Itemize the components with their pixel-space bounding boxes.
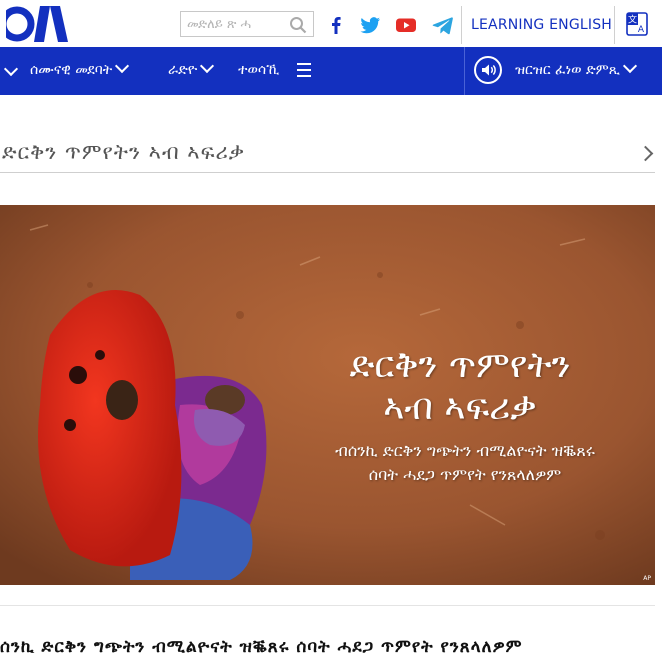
hero-subtitle-line: ብሰንኪ ድርቅን ግጭትን ብሚልዮናት ዝቘጸሩ <box>335 441 595 460</box>
header-divider <box>614 6 615 44</box>
nav-item-weekly-programs[interactable]: ሰሙናዊ መደባት <box>30 58 130 78</box>
header-divider <box>461 6 462 44</box>
hero-title-line: ኣብ ኣፍሪቃ <box>383 387 537 428</box>
hero-title: ድርቅን ጥምየትን ኣብ ኣፍሪቃ <box>265 345 655 429</box>
nav-item-more[interactable]: ተወሳኺ <box>238 62 279 78</box>
chevron-down-icon <box>115 58 130 74</box>
article-divider <box>0 605 655 606</box>
hamburger-menu-icon[interactable] <box>297 63 311 77</box>
search-box[interactable] <box>180 11 314 37</box>
nav-item-label: ሰሙናዊ መደባት <box>30 62 113 78</box>
main-navigation: ሰሙናዊ መደባት ራድዮ ተወሳኺ ዝርዝር ፈነወ ድምጺ <box>0 47 662 95</box>
logo-icon[interactable] <box>0 0 70 45</box>
nav-divider <box>464 47 465 95</box>
telegram-icon[interactable] <box>432 15 454 35</box>
twitter-icon[interactable] <box>359 15 381 35</box>
nav-item-label: ተወሳኺ <box>238 62 280 78</box>
chevron-right-icon[interactable] <box>637 145 654 162</box>
article-headline[interactable]: ሰንኪ ድርቅን ግጭትን ብሚልዮናት ዝቘጸሩ ሰባት ሓደጋ ጥምየት የ… <box>0 637 522 657</box>
youtube-icon[interactable] <box>395 15 417 35</box>
section-title[interactable]: ድርቅን ጥምየትን ኣብ ኣፍሪቃ <box>2 140 245 165</box>
nav-item-label: ራድዮ <box>168 62 198 78</box>
hero-subtitle: ብሰንኪ ድርቅን ግጭትን ብሚልዮናት ዝቘጸሩ ሰባት ሓደጋ ጥምየት … <box>270 439 655 487</box>
audio-speaker-icon[interactable] <box>474 56 502 84</box>
chevron-down-icon[interactable] <box>3 61 19 77</box>
hero-subtitle-line: ሰባት ሓደጋ ጥምየት የንጸላለዎም <box>368 465 562 484</box>
live-stream-label: ዝርዝር ፈነወ ድምጺ <box>515 62 620 78</box>
chevron-down-icon <box>622 58 637 74</box>
photo-credit: AP <box>643 575 651 582</box>
chevron-down-icon <box>200 58 215 74</box>
facebook-icon[interactable] <box>325 15 347 35</box>
svg-text:文: 文 <box>628 14 637 26</box>
hero-title-line: ድርቅን ጥምየትን <box>349 345 571 386</box>
top-bar: LEARNING ENGLISH 文 A <box>0 0 662 47</box>
search-input[interactable] <box>187 15 283 33</box>
hero-image[interactable]: ድርቅን ጥምየትን ኣብ ኣፍሪቃ ብሰንኪ ድርቅን ግጭትን ብሚልዮናት… <box>0 205 655 585</box>
translate-icon[interactable]: 文 A <box>626 12 648 36</box>
live-stream-link[interactable]: ዝርዝር ፈነወ ድምጺ <box>515 58 637 78</box>
search-icon[interactable] <box>289 16 307 34</box>
svg-text:A: A <box>638 25 645 35</box>
section-divider <box>0 172 655 173</box>
nav-item-radio[interactable]: ራድዮ <box>168 58 215 78</box>
learning-english-link[interactable]: LEARNING ENGLISH <box>471 17 612 33</box>
